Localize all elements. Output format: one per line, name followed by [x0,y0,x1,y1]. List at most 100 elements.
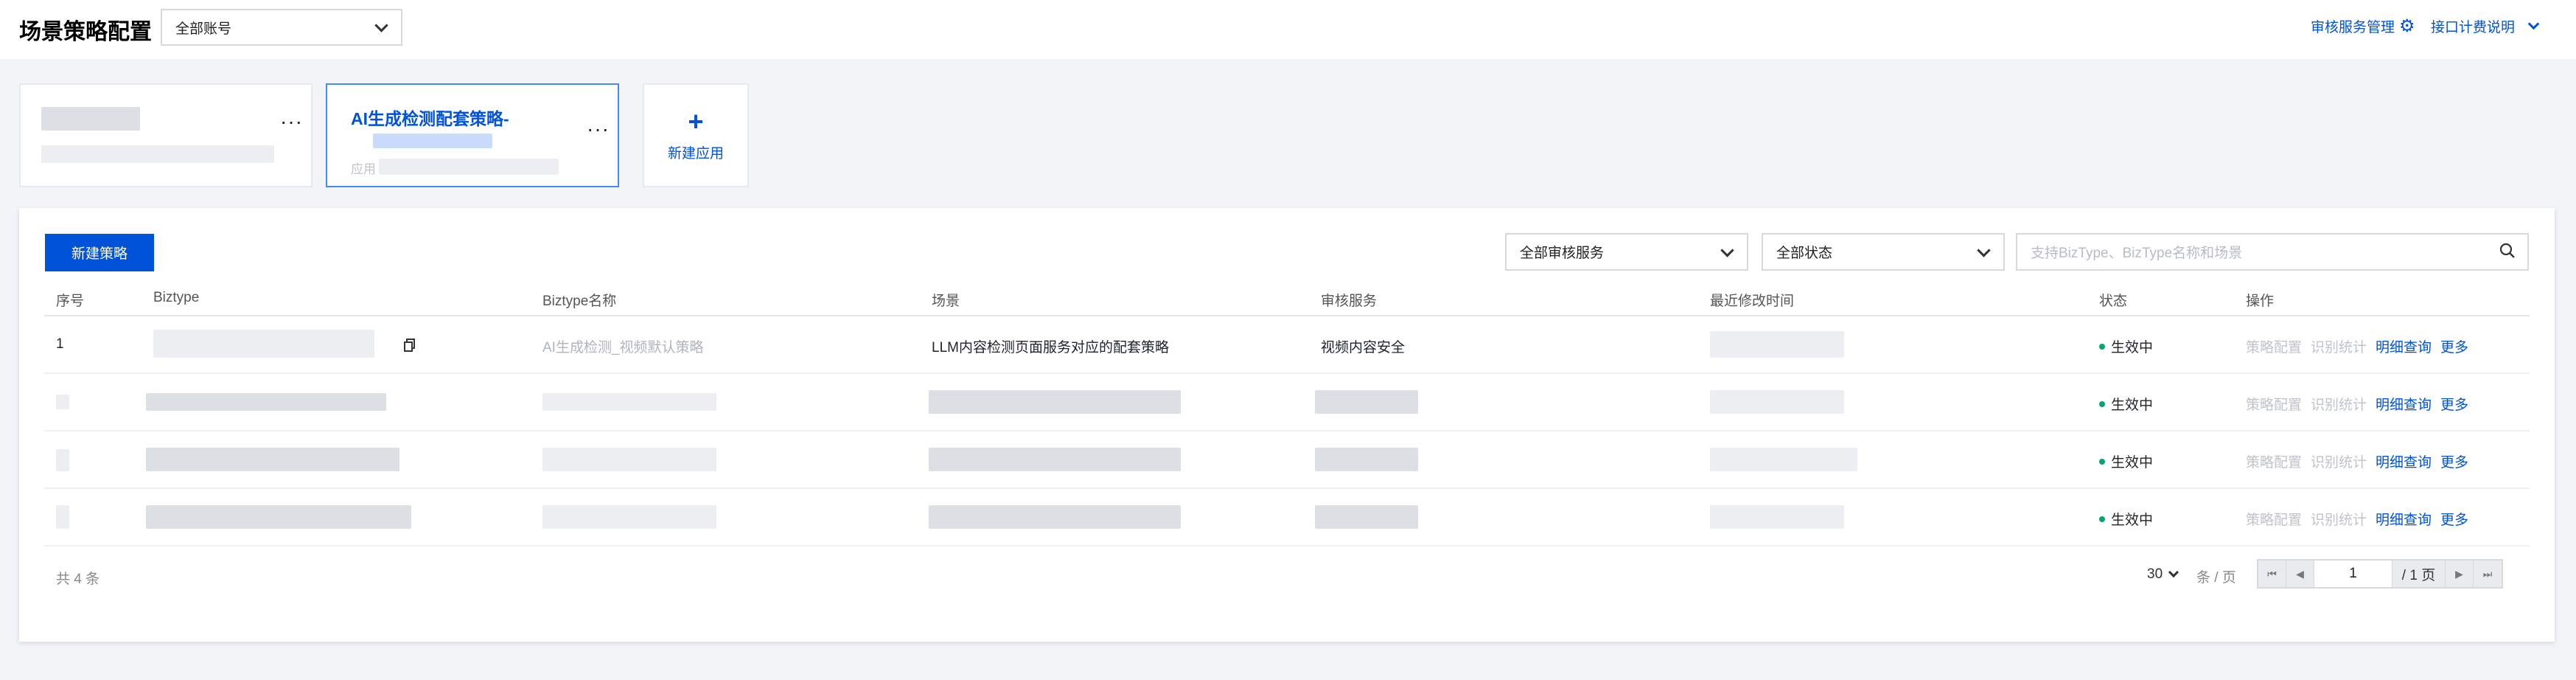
chevron-down-icon [2527,18,2540,30]
app-card[interactable]: ··· [19,83,313,187]
redacted-index [56,395,69,409]
detail-query-link[interactable]: 明细查询 [2376,509,2432,529]
detail-query-link[interactable]: 明细查询 [2376,394,2432,414]
redacted-scene [929,448,1181,471]
more-link[interactable]: 更多 [2440,451,2468,471]
row-actions: 策略配置 识别统计 明细查询 更多 [2246,394,2468,414]
total-pages: / 1 页 [2392,561,2446,587]
chevron-down-icon [1977,243,1991,257]
review-service-link[interactable]: 审核服务管理 ⚙ [2311,16,2415,36]
account-select-value: 全部账号 [175,21,232,37]
redacted-service [1315,505,1418,529]
redacted-biztype-name [542,393,716,411]
search-placeholder: 支持BizType、BizType名称和场景 [2031,246,2243,261]
col-service: 审核服务 [1321,294,1378,309]
service-filter[interactable]: 全部审核服务 [1505,233,1748,271]
detail-query-link[interactable]: 明细查询 [2376,336,2432,356]
redacted-scene [929,505,1181,529]
redacted-service [1315,390,1418,414]
more-icon[interactable]: ··· [587,119,610,139]
row-actions: 策略配置 识别统计 明细查询 更多 [2246,509,2468,529]
gear-icon: ⚙ [2399,15,2415,36]
app-card-selected[interactable]: AI生成检测配套策略- 应用 ··· [326,83,619,187]
new-app-button[interactable]: + 新建应用 [643,83,749,187]
copy-icon[interactable] [404,339,416,352]
redacted-biztype [146,505,411,529]
status-badge: 生效中 [2099,336,2153,356]
col-biztype: Biztype [153,290,200,305]
recognition-stats-link[interactable]: 识别统计 [2311,394,2367,414]
recognition-stats-link[interactable]: 识别统计 [2311,336,2367,356]
strategy-config-link[interactable]: 策略配置 [2246,451,2302,471]
plus-icon: + [688,106,704,136]
col-actions: 操作 [2246,294,2275,309]
status-filter[interactable]: 全部状态 [1762,233,2005,271]
redacted-modified [1710,390,1844,414]
total-count: 共 4 条 [56,572,100,587]
strategy-config-link[interactable]: 策略配置 [2246,509,2302,529]
status-filter-value: 全部状态 [1776,246,1833,261]
row-index: 1 [56,336,64,352]
table-header: 序号 Biztype Biztype名称 场景 审核服务 最近修改时间 状态 操… [44,280,2530,316]
col-modified: 最近修改时间 [1710,294,1795,309]
search-input[interactable]: 支持BizType、BizType名称和场景 [2016,233,2529,271]
status-dot-icon [2099,516,2105,522]
row-actions: 策略配置 识别统计 明细查询 更多 [2246,336,2468,356]
next-page-icon[interactable]: ▶ [2446,561,2474,587]
page-input[interactable]: 1 [2314,561,2392,587]
status-dot-icon [2099,343,2105,350]
status-label: 生效中 [2111,513,2154,528]
recognition-stats-link[interactable]: 识别统计 [2311,509,2367,529]
table-row: 生效中 策略配置 识别统计 明细查询 更多 [44,489,2530,547]
search-icon[interactable] [2499,243,2516,259]
review-service-label: 审核服务管理 [2311,20,2395,35]
app-card-subtitle: 应用 [351,162,376,176]
table-row: 1 AI生成检测_视频默认策略 LLM内容检测页面服务对应的配套策略 视频内容安… [44,316,2530,374]
more-link[interactable]: 更多 [2440,336,2468,356]
new-app-label: 新建应用 [667,146,724,162]
chevron-down-icon [1720,243,1734,257]
redacted-modified [1710,505,1844,529]
redacted-title [41,107,140,131]
table-row: 生效中 策略配置 识别统计 明细查询 更多 [44,431,2530,489]
billing-link[interactable]: 接口计费说明 [2431,16,2540,36]
more-icon[interactable]: ··· [280,111,303,132]
redacted-biztype [146,393,386,411]
redacted-subtitle [41,145,274,163]
last-page-icon[interactable]: ⏭ [2474,561,2502,587]
redacted-modified [1710,448,1857,471]
status-dot-icon [2099,400,2105,407]
recognition-stats-link[interactable]: 识别统计 [2311,451,2367,471]
redacted-biztype [153,330,374,358]
more-link[interactable]: 更多 [2440,509,2468,529]
prev-page-icon[interactable]: ◀ [2286,561,2314,587]
chevron-down-icon [374,18,388,32]
col-biztype-name: Biztype名称 [542,294,617,309]
first-page-icon[interactable]: ⏮ [2258,561,2286,587]
strategy-config-link[interactable]: 策略配置 [2246,336,2302,356]
redacted-title-part [373,133,492,148]
col-index: 序号 [56,294,85,309]
redacted-modified [1710,331,1844,358]
status-label: 生效中 [2111,398,2154,413]
page-size-value: 30 [2147,566,2163,582]
table-row: 生效中 策略配置 识别统计 明细查询 更多 [44,374,2530,431]
detail-query-link[interactable]: 明细查询 [2376,451,2432,471]
chevron-down-icon [2168,566,2179,578]
pagination: ⏮ ◀ 1 / 1 页 ▶ ⏭ [2257,559,2503,589]
col-status: 状态 [2099,294,2128,309]
app-card-title: AI生成检测配套策略- [351,109,509,128]
page-size-select[interactable]: 30 [2147,566,2179,583]
status-badge: 生效中 [2099,509,2153,529]
status-label: 生效中 [2111,455,2154,471]
more-link[interactable]: 更多 [2440,394,2468,414]
redacted-service [1315,448,1418,471]
status-badge: 生效中 [2099,451,2153,471]
new-strategy-button[interactable]: 新建策略 [45,234,154,271]
redacted-subtitle [379,159,559,175]
strategy-config-link[interactable]: 策略配置 [2246,394,2302,414]
top-bar: 场景策略配置 全部账号 审核服务管理 ⚙ 接口计费说明 [0,0,2576,59]
redacted-biztype-name [542,448,716,471]
account-select[interactable]: 全部账号 [161,9,402,46]
status-badge: 生效中 [2099,394,2153,414]
